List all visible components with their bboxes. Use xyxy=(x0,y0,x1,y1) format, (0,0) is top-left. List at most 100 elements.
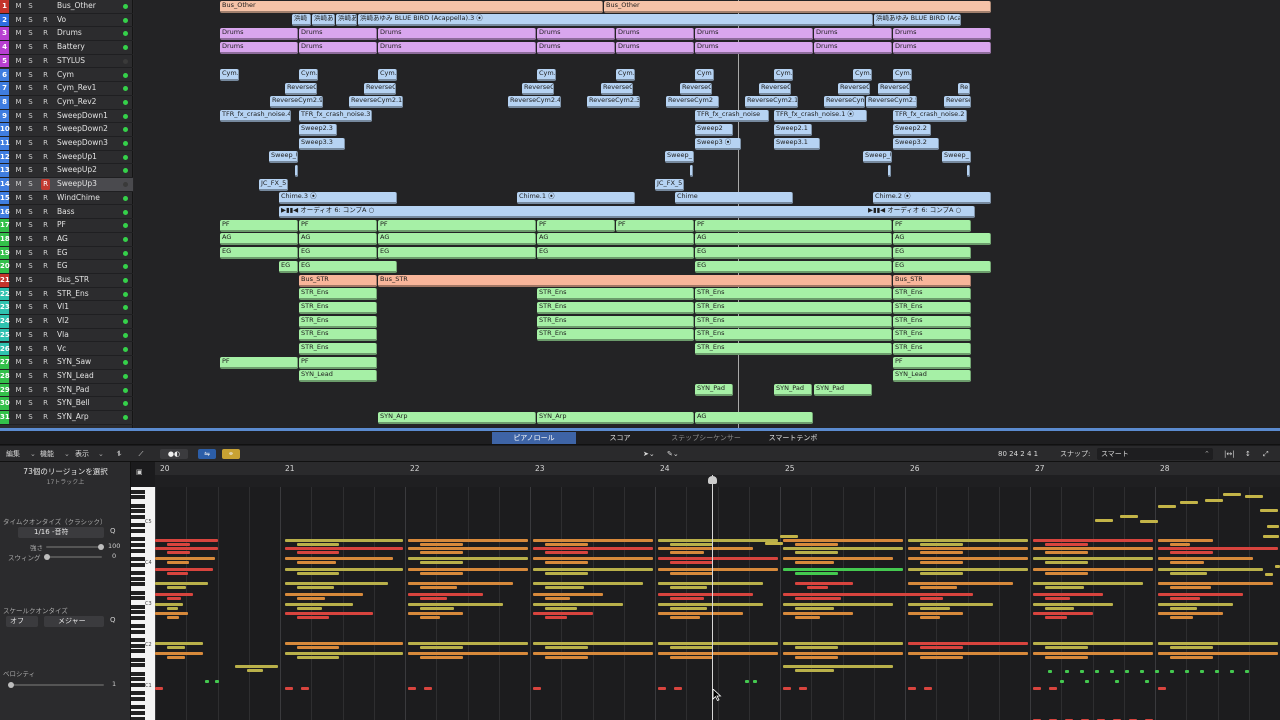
midi-note[interactable] xyxy=(658,568,778,571)
record-enable-button[interactable]: R xyxy=(41,330,50,341)
region[interactable]: EG xyxy=(299,260,397,273)
record-enable-button[interactable]: R xyxy=(41,193,50,204)
region[interactable]: Drums xyxy=(299,27,377,40)
track-on-indicator[interactable] xyxy=(123,209,128,215)
region[interactable]: SYN_Arp xyxy=(537,411,694,424)
region[interactable]: ReverseC xyxy=(838,82,870,95)
black-key[interactable] xyxy=(131,643,145,648)
region[interactable]: STR_Ens xyxy=(695,301,892,314)
region[interactable]: ReverseC xyxy=(364,82,396,95)
pointer-tool-icon[interactable]: ➤⌄ xyxy=(643,446,655,462)
midi-note[interactable] xyxy=(753,680,757,683)
midi-note[interactable] xyxy=(408,557,528,560)
zoom-horizontal-icon[interactable]: |↔| xyxy=(1224,446,1235,462)
midi-note[interactable] xyxy=(420,597,447,600)
track-on-indicator[interactable] xyxy=(123,360,128,366)
track-header[interactable]: 14 M S R SweepUp3 xyxy=(0,178,133,192)
midi-note[interactable] xyxy=(1045,616,1067,619)
midi-note[interactable] xyxy=(155,557,215,560)
midi-note[interactable] xyxy=(167,551,190,554)
region[interactable]: Drums xyxy=(220,27,298,40)
solo-button[interactable]: S xyxy=(26,152,35,163)
track-header[interactable]: 5 M S R STYLUS xyxy=(0,54,133,69)
midi-note[interactable] xyxy=(658,547,753,550)
midi-note[interactable] xyxy=(795,597,842,600)
midi-note[interactable] xyxy=(1145,680,1149,683)
region[interactable]: STR_Ens xyxy=(299,301,377,314)
black-key[interactable] xyxy=(131,529,145,533)
midi-note[interactable] xyxy=(1065,670,1069,673)
solo-button[interactable]: S xyxy=(26,207,35,218)
region[interactable]: Chime.1 ⦿ xyxy=(517,192,635,205)
midi-note[interactable] xyxy=(533,612,593,615)
track-header[interactable]: 23 M S R Vl1 xyxy=(0,301,133,316)
midi-note[interactable] xyxy=(1045,607,1074,610)
region[interactable]: TFR_fx_crash_noise.2 xyxy=(893,110,967,123)
region[interactable]: Cym. xyxy=(893,69,912,81)
midi-note[interactable] xyxy=(1158,582,1273,585)
region[interactable]: Sweep3.1 xyxy=(774,137,820,150)
midi-note[interactable] xyxy=(674,687,682,690)
midi-note[interactable] xyxy=(545,616,567,619)
velocity-slider[interactable] xyxy=(10,684,104,686)
region[interactable]: ReverseCym2 xyxy=(666,96,719,109)
midi-note[interactable] xyxy=(285,642,403,645)
mute-button[interactable]: M xyxy=(14,124,23,135)
midi-note[interactable] xyxy=(297,561,336,564)
midi-note[interactable] xyxy=(783,603,893,606)
midi-note[interactable] xyxy=(670,616,701,619)
midi-note[interactable] xyxy=(670,586,708,589)
midi-note[interactable] xyxy=(1170,597,1201,600)
region[interactable]: SYN_Lead xyxy=(299,370,377,383)
region[interactable]: AG xyxy=(378,233,536,246)
solo-button[interactable]: S xyxy=(26,412,35,423)
midi-note[interactable] xyxy=(297,551,339,554)
region[interactable]: ReverseC xyxy=(680,82,712,95)
track-on-indicator[interactable] xyxy=(123,291,128,297)
midi-note[interactable] xyxy=(783,557,893,560)
solo-button[interactable]: S xyxy=(26,15,35,26)
midi-note[interactable] xyxy=(297,616,329,619)
midi-note[interactable] xyxy=(908,539,1028,542)
track-lanes[interactable]: Bus_Other Bus_Other 浜崎 浜崎あ 浜崎あ 浜崎あゆみ BLUE BIR… xyxy=(134,0,1280,428)
midi-note[interactable] xyxy=(670,597,704,600)
region[interactable]: 浜崎あ xyxy=(336,14,357,27)
midi-note[interactable] xyxy=(167,646,185,649)
track-on-indicator[interactable] xyxy=(123,58,128,64)
region[interactable]: STR_Ens xyxy=(893,288,971,301)
midi-note[interactable] xyxy=(745,680,749,683)
black-key[interactable] xyxy=(131,576,145,581)
record-enable-button[interactable]: R xyxy=(41,70,50,81)
region[interactable]: Drums xyxy=(299,41,377,54)
region[interactable]: Sweep3.3 xyxy=(299,137,345,150)
midi-note[interactable] xyxy=(545,551,588,554)
midi-note[interactable] xyxy=(533,642,653,645)
mute-button[interactable]: M xyxy=(14,1,23,12)
black-key[interactable] xyxy=(131,503,145,508)
region[interactable]: Cym. xyxy=(378,69,397,81)
midi-note[interactable] xyxy=(285,557,393,560)
region[interactable]: PF xyxy=(695,219,892,232)
solo-button[interactable]: S xyxy=(26,385,35,396)
track-header[interactable]: 6 M S R Cym xyxy=(0,68,133,83)
strength-slider[interactable] xyxy=(46,546,102,548)
black-key[interactable] xyxy=(131,509,145,514)
mute-button[interactable]: M xyxy=(14,179,23,190)
midi-note[interactable] xyxy=(1245,495,1263,498)
midi-note[interactable] xyxy=(408,603,503,606)
track-header[interactable]: 8 M S R Cym_Rev2 xyxy=(0,95,133,110)
record-enable-button[interactable]: R xyxy=(41,412,50,423)
region[interactable]: STR_Ens xyxy=(695,288,892,301)
midi-note[interactable] xyxy=(783,568,903,571)
track-on-indicator[interactable] xyxy=(123,319,128,325)
region[interactable]: ReverseCym2.5 xyxy=(866,96,917,109)
region[interactable]: Drums xyxy=(378,27,536,40)
midi-note[interactable] xyxy=(167,616,180,619)
track-header[interactable]: 29 M S R SYN_Pad xyxy=(0,383,133,398)
region[interactable]: Drums xyxy=(695,27,813,40)
region[interactable]: STR_Ens xyxy=(695,315,892,328)
black-key[interactable] xyxy=(131,657,145,662)
midi-note[interactable] xyxy=(1120,515,1138,518)
record-enable-button[interactable]: R xyxy=(41,398,50,409)
black-key[interactable] xyxy=(131,677,145,682)
